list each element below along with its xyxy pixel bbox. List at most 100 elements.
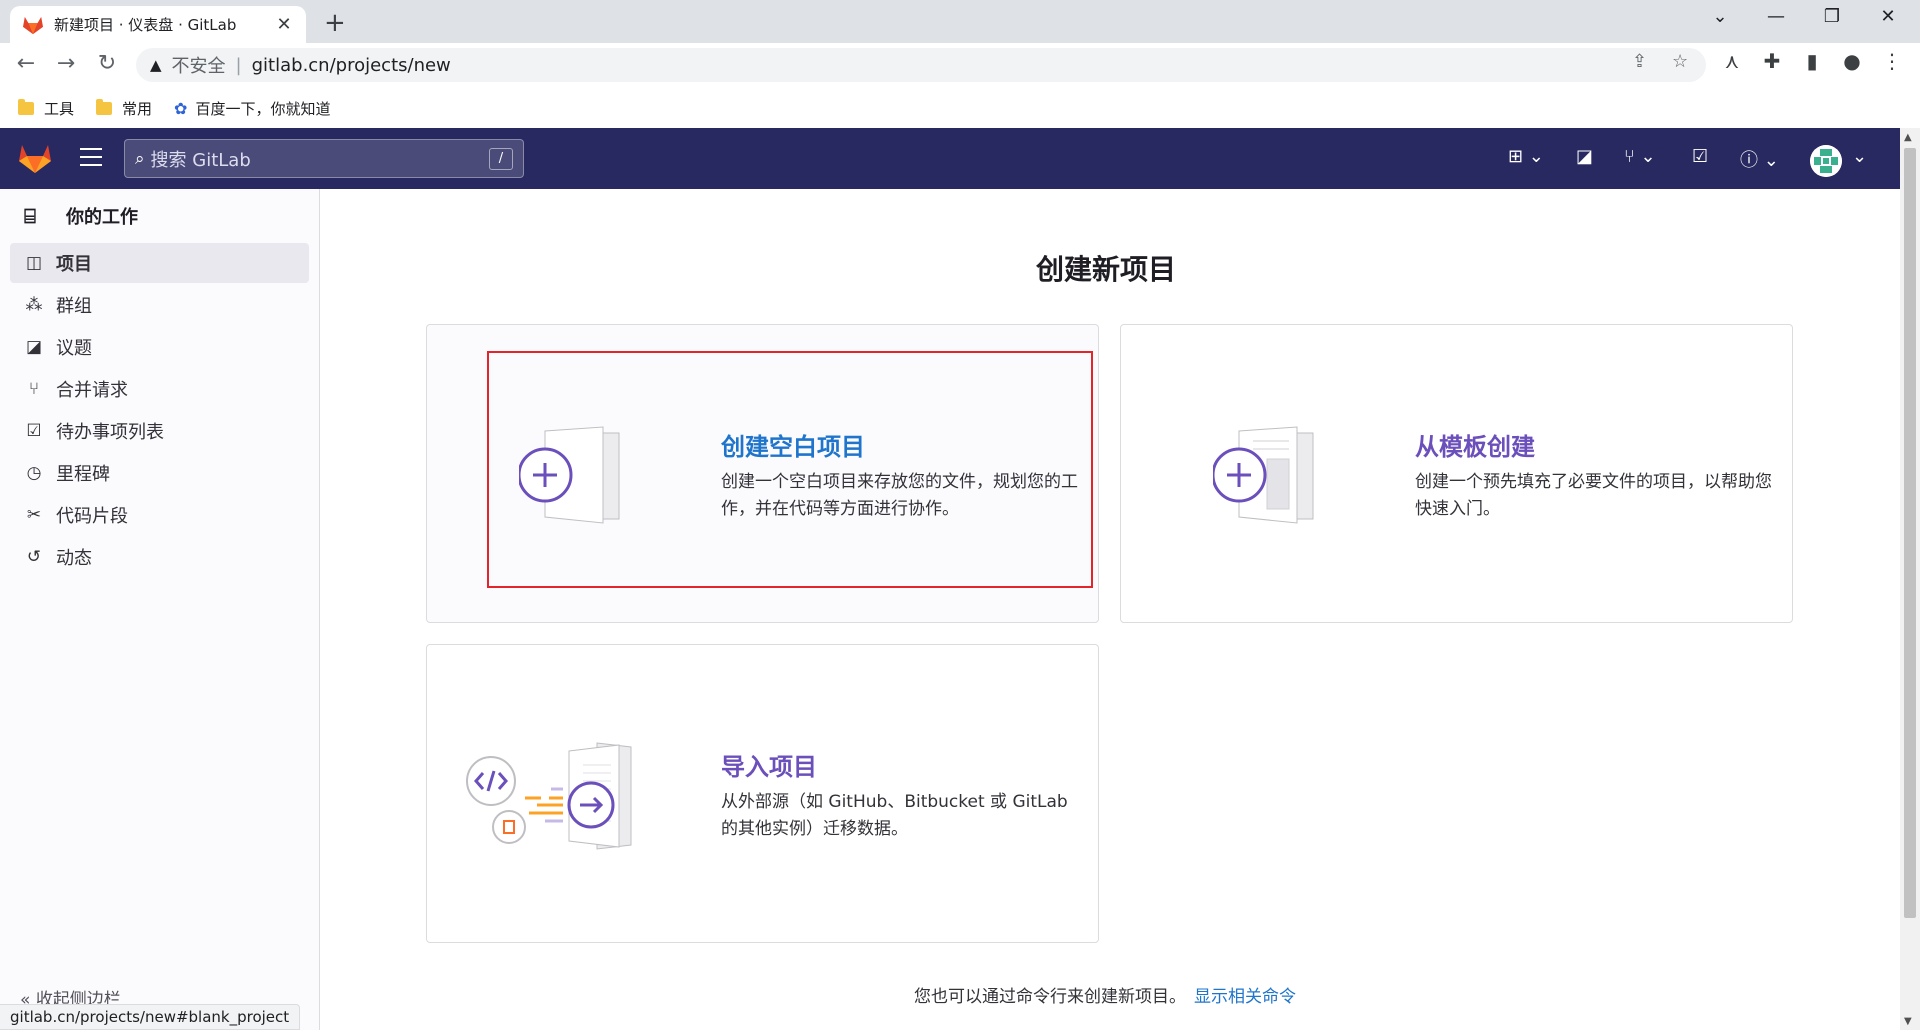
issues-icon: ◪ [25, 337, 43, 357]
show-commands-link[interactable]: 显示相关命令 [1194, 987, 1296, 1007]
sidebar-item-groups[interactable]: ⁂ 群组 [10, 285, 309, 325]
bookmark-baidu[interactable]: ✿ 百度一下，你就知道 [174, 98, 330, 119]
tab-search-icon[interactable]: ⌄ [1700, 6, 1740, 27]
menu-icon[interactable]: ⋮ [1877, 49, 1907, 73]
card-title: 从模板创建 [1415, 433, 1535, 461]
sidebar-item-todos[interactable]: ☑ 待办事项列表 [10, 411, 309, 451]
extension-icon[interactable]: ⋏ [1717, 49, 1747, 73]
sidebar-item-issues[interactable]: ◪ 议题 [10, 327, 309, 367]
back-icon[interactable]: ← [12, 51, 40, 76]
card-desc-line: 的其他实例）迁移数据。 [721, 819, 908, 839]
search-icon: ⌕ [135, 148, 145, 169]
bookmark-label: 常用 [122, 99, 153, 118]
puzzle-icon[interactable]: ✚ [1757, 49, 1787, 73]
todo-icon: ☑ [26, 421, 42, 441]
sidebar-item-label: 项目 [56, 254, 92, 275]
tab-close-icon[interactable]: ✕ [274, 14, 294, 35]
scroll-up-icon[interactable]: ▲ [1904, 132, 1912, 143]
side-panel-icon[interactable]: ▮ [1797, 49, 1827, 73]
forward-icon[interactable]: → [52, 51, 80, 76]
sidebar-item-label: 群组 [56, 296, 92, 317]
search-input[interactable]: ⌕ 搜索 GitLab / [124, 139, 524, 178]
cli-hint: 您也可以通过命令行来创建新项目。 显示相关命令 [914, 982, 1296, 1007]
scroll-down-icon[interactable]: ▼ [1904, 1016, 1912, 1027]
milestone-icon: ◷ [26, 463, 42, 483]
import-project-illustration-icon [466, 742, 632, 850]
todos-icon[interactable]: ☑ [1692, 146, 1708, 167]
help-icon[interactable]: ⓘ ⌄ [1740, 146, 1779, 172]
card-title: 导入项目 [721, 753, 817, 781]
context-title: 你的工作 [66, 207, 138, 228]
hamburger-menu-icon[interactable] [80, 148, 102, 172]
sidebar-item-label: 待办事项列表 [56, 422, 164, 443]
briefcase-icon: ⌸ [24, 204, 36, 228]
highlight-annotation-box [487, 351, 1093, 588]
browser-tab[interactable]: 新建项目 · 仪表盘 · GitLab ✕ [10, 6, 306, 43]
folder-icon [96, 98, 113, 115]
user-avatar[interactable] [1810, 145, 1842, 177]
sidebar-context-header[interactable]: ⌸ 你的工作 [0, 189, 319, 243]
template-project-illustration-icon [1213, 426, 1314, 524]
sidebar-item-label: 议题 [56, 338, 92, 359]
url-text: gitlab.cn/projects/new [251, 54, 451, 76]
sidebar-item-milestones[interactable]: ◷ 里程碑 [10, 453, 309, 493]
gitlab-top-bar: ⌕ 搜索 GitLab / ⊞ ⌄ ◪ ⑂ ⌄ ☑ ⓘ ⌄ [0, 128, 1900, 189]
sidebar-item-label: 合并请求 [56, 380, 128, 401]
profile-icon[interactable]: ● [1837, 49, 1867, 73]
card-description: 创建一个预先填充了必要文件的项目，以帮助您 快速入门。 [1415, 469, 1772, 523]
snippet-icon: ✂ [26, 505, 42, 525]
template-project-card[interactable]: 从模板创建 创建一个预先填充了必要文件的项目，以帮助您 快速入门。 [1120, 324, 1793, 623]
address-bar[interactable]: ▲ 不安全 | gitlab.cn/projects/new [136, 48, 1706, 82]
warning-icon: ▲ [150, 56, 162, 74]
import-project-card[interactable]: 导入项目 从外部源（如 GitHub、Bitbucket 或 GitLab 的其… [426, 644, 1099, 943]
status-bar-url: gitlab.cn/projects/new#blank_project [0, 1004, 301, 1030]
search-shortcut-badge: / [489, 147, 513, 170]
project-icon: ◫ [25, 253, 43, 273]
card-desc-line: 创建一个预先填充了必要文件的项目，以帮助您 [1415, 472, 1772, 492]
bookmark-label: 百度一下，你就知道 [195, 99, 331, 118]
avatar-chevron-icon[interactable]: ⌄ [1852, 146, 1867, 167]
sidebar-item-merge-requests[interactable]: ⑂ 合并请求 [10, 369, 309, 409]
search-placeholder: 搜索 GitLab [150, 149, 251, 171]
new-tab-button[interactable]: + [324, 8, 346, 38]
share-icon[interactable]: ⇪ [1632, 51, 1647, 72]
reload-icon[interactable]: ↻ [93, 51, 121, 76]
insecure-label: 不安全 [171, 56, 226, 77]
merge-requests-icon[interactable]: ⑂ ⌄ [1624, 146, 1656, 167]
sidebar-item-activity[interactable]: ↺ 动态 [10, 537, 309, 577]
gitlab-favicon-icon [23, 16, 43, 34]
merge-request-icon: ⑂ [28, 379, 40, 399]
card-desc-line: 从外部源（如 GitHub、Bitbucket 或 GitLab [721, 792, 1068, 812]
bookmark-tools[interactable]: 工具 [18, 98, 74, 119]
bookmark-common[interactable]: 常用 [96, 98, 152, 119]
bookmark-star-icon[interactable]: ☆ [1672, 51, 1688, 72]
card-description: 从外部源（如 GitHub、Bitbucket 或 GitLab 的其他实例）迁… [721, 789, 1068, 843]
page-scrollbar[interactable]: ▲ ▼ [1900, 128, 1920, 1030]
sidebar-item-snippets[interactable]: ✂ 代码片段 [10, 495, 309, 535]
page-title: 创建新项目 [1036, 253, 1177, 286]
window-close-icon[interactable]: ✕ [1868, 6, 1908, 27]
card-desc-line: 快速入门。 [1415, 499, 1500, 519]
left-sidebar: ⌸ 你的工作 ◫ 项目 ⁂ 群组 ◪ 议题 ⑂ 合并请求 ☑ 待办事项列表 ◷ … [0, 189, 320, 1030]
group-icon: ⁂ [25, 295, 43, 315]
gitlab-logo-icon[interactable] [18, 142, 52, 174]
bookmarks-bar: 工具 常用 ✿ 百度一下，你就知道 [0, 88, 1920, 128]
address-separator: | [235, 54, 242, 76]
baidu-icon: ✿ [174, 98, 188, 118]
browser-toolbar: ← → ↻ ▲ 不安全 | gitlab.cn/projects/new ⇪ ☆… [0, 43, 1920, 88]
scrollbar-thumb[interactable] [1904, 148, 1916, 918]
browser-tabbar: 新建项目 · 仪表盘 · GitLab ✕ + ⌄ — ❐ ✕ [0, 0, 1920, 43]
sidebar-item-projects[interactable]: ◫ 项目 [10, 243, 309, 283]
restore-icon[interactable]: ❐ [1812, 6, 1852, 27]
tab-title: 新建项目 · 仪表盘 · GitLab [54, 16, 237, 34]
minimize-icon[interactable]: — [1756, 6, 1796, 27]
sidebar-item-label: 里程碑 [56, 464, 110, 485]
issues-icon[interactable]: ◪ [1576, 146, 1593, 167]
activity-icon: ↺ [26, 547, 42, 567]
create-new-icon[interactable]: ⊞ ⌄ [1508, 146, 1544, 167]
sidebar-item-label: 动态 [56, 548, 92, 569]
bookmark-label: 工具 [44, 99, 75, 118]
folder-icon [18, 98, 34, 115]
cli-hint-text: 您也可以通过命令行来创建新项目。 [914, 987, 1186, 1007]
sidebar-item-label: 代码片段 [56, 506, 128, 527]
